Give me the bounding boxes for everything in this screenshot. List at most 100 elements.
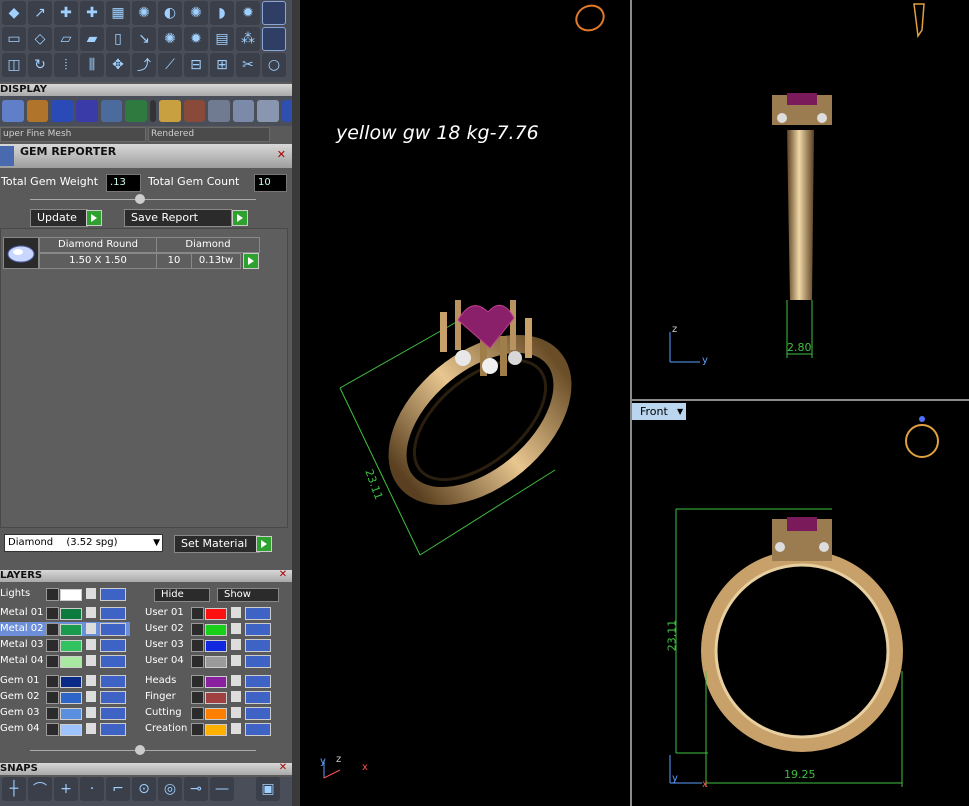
lock-icon[interactable]	[86, 707, 96, 718]
expand-icon[interactable]	[191, 623, 204, 636]
visibility-toggle[interactable]	[245, 723, 271, 736]
visibility-toggle[interactable]	[245, 607, 271, 620]
env-icon[interactable]	[100, 100, 123, 122]
set-material-button[interactable]: Set Material	[174, 535, 260, 553]
set-material-go-icon[interactable]	[256, 536, 272, 552]
layer-row[interactable]: User 04	[145, 654, 275, 668]
layer-color-swatch[interactable]	[60, 624, 82, 636]
expand-icon[interactable]	[46, 707, 59, 720]
hide-button[interactable]: Hide	[154, 588, 210, 602]
expand-icon[interactable]	[46, 691, 59, 704]
tool-icon[interactable]: ✺	[132, 1, 156, 25]
layer-row[interactable]: Cutting	[145, 706, 275, 720]
render-icon[interactable]	[257, 100, 280, 122]
layer-color-swatch[interactable]	[60, 676, 82, 688]
panel-divider[interactable]	[292, 0, 300, 806]
close-icon[interactable]: ✕	[278, 570, 288, 580]
lock-icon[interactable]	[231, 723, 241, 734]
collapse-icon[interactable]	[135, 745, 145, 755]
tool-icon[interactable]: ▤	[210, 27, 234, 51]
grid-icon[interactable]	[2, 100, 24, 122]
visibility-toggle[interactable]	[245, 655, 271, 668]
tool-icon[interactable]: ◐	[158, 1, 182, 25]
tool-icon[interactable]: ◫	[2, 53, 26, 77]
render-icon[interactable]	[232, 100, 255, 122]
collapse-icon[interactable]	[135, 194, 145, 204]
sphere-icon[interactable]	[75, 100, 98, 122]
lock-icon[interactable]	[86, 588, 96, 599]
snap-point-icon[interactable]: ·	[80, 777, 104, 801]
expand-icon[interactable]	[191, 707, 204, 720]
tool-icon[interactable]: ⁂	[236, 27, 260, 51]
layer-row[interactable]: Metal 02	[0, 622, 130, 636]
layer-color-swatch[interactable]	[205, 656, 227, 668]
snap-line-icon[interactable]: —	[210, 777, 234, 801]
layer-row[interactable]: User 02	[145, 622, 275, 636]
layer-color-swatch[interactable]	[205, 608, 227, 620]
expand-icon[interactable]	[46, 623, 59, 636]
visibility-toggle[interactable]	[245, 639, 271, 652]
expand-icon[interactable]	[191, 675, 204, 688]
tool-icon[interactable]: ▱	[54, 27, 78, 51]
tool-icon[interactable]: ⊞	[210, 53, 234, 77]
layer-color-swatch[interactable]	[60, 608, 82, 620]
snap-mid-icon[interactable]: ⊸	[184, 777, 208, 801]
snap-curve-icon[interactable]: ⌒	[28, 777, 52, 801]
total-weight-field[interactable]: .13	[106, 174, 141, 192]
layer-row[interactable]: User 03	[145, 638, 275, 652]
visibility-toggle[interactable]	[245, 675, 271, 688]
visibility-toggle[interactable]	[100, 675, 126, 688]
snap-cross-icon[interactable]: +	[54, 777, 78, 801]
layer-row[interactable]: Metal 01	[0, 606, 130, 620]
lock-icon[interactable]	[231, 675, 241, 686]
tool-icon[interactable]: ✺	[158, 27, 182, 51]
expand-icon[interactable]	[46, 723, 59, 736]
lock-icon[interactable]	[231, 639, 241, 650]
tool-icon[interactable]: ✹	[236, 1, 260, 25]
show-button[interactable]: Show	[217, 588, 279, 602]
gem-row-go-icon[interactable]	[243, 253, 259, 269]
layer-row[interactable]: Gem 03	[0, 706, 130, 720]
lock-icon[interactable]	[231, 707, 241, 718]
gem-thumbnail[interactable]	[3, 237, 39, 269]
layer-color-swatch[interactable]	[205, 724, 227, 736]
lock-icon[interactable]	[231, 607, 241, 618]
tool-icon[interactable]: ✺	[184, 1, 208, 25]
tool-icon[interactable]: ⊟	[184, 53, 208, 77]
tool-icon[interactable]	[262, 1, 286, 25]
render-icon[interactable]	[208, 100, 230, 122]
snap-end-icon[interactable]: ⌐	[106, 777, 130, 801]
expand-icon[interactable]	[191, 723, 204, 736]
tool-icon[interactable]: ✹	[184, 27, 208, 51]
lock-icon[interactable]	[86, 655, 96, 666]
visibility-toggle[interactable]	[245, 691, 271, 704]
sphere-icon[interactable]	[51, 100, 73, 122]
expand-icon[interactable]	[191, 607, 204, 620]
side-viewport[interactable]: 2.80 z y	[632, 0, 969, 399]
perspective-viewport[interactable]: yellow gw 18 kg-7.76 23.11 y z x	[300, 0, 630, 806]
tool-icon[interactable]: ⦙	[54, 53, 78, 77]
expand-icon[interactable]	[46, 655, 59, 668]
update-button[interactable]: Update	[30, 209, 88, 227]
save-go-icon[interactable]	[232, 210, 248, 226]
visibility-toggle[interactable]	[100, 639, 126, 652]
tool-icon[interactable]: ▯	[106, 27, 130, 51]
lock-icon[interactable]	[86, 723, 96, 734]
expand-icon[interactable]	[191, 691, 204, 704]
update-go-icon[interactable]	[86, 210, 102, 226]
snap-screenshot-icon[interactable]: ▣	[256, 777, 280, 801]
expand-icon[interactable]	[46, 675, 59, 688]
layout-icon[interactable]	[125, 100, 147, 122]
tool-icon[interactable]: ⟋	[158, 53, 182, 77]
render-dropdown[interactable]: Rendered	[148, 127, 270, 142]
layer-row[interactable]: Metal 04	[0, 654, 130, 668]
material-select[interactable]: Diamond (3.52 spg) ▼	[4, 534, 163, 552]
tool-icon[interactable]: ◗	[210, 1, 234, 25]
layer-row[interactable]: Gem 04	[0, 722, 130, 736]
gem-icon[interactable]: ◇	[28, 27, 52, 51]
expand-icon[interactable]	[46, 607, 59, 620]
snap-center-icon[interactable]: ⊙	[132, 777, 156, 801]
layer-row[interactable]: Gem 02	[0, 690, 130, 704]
layer-color-swatch[interactable]	[60, 692, 82, 704]
rotate-icon[interactable]: ↻	[28, 53, 52, 77]
